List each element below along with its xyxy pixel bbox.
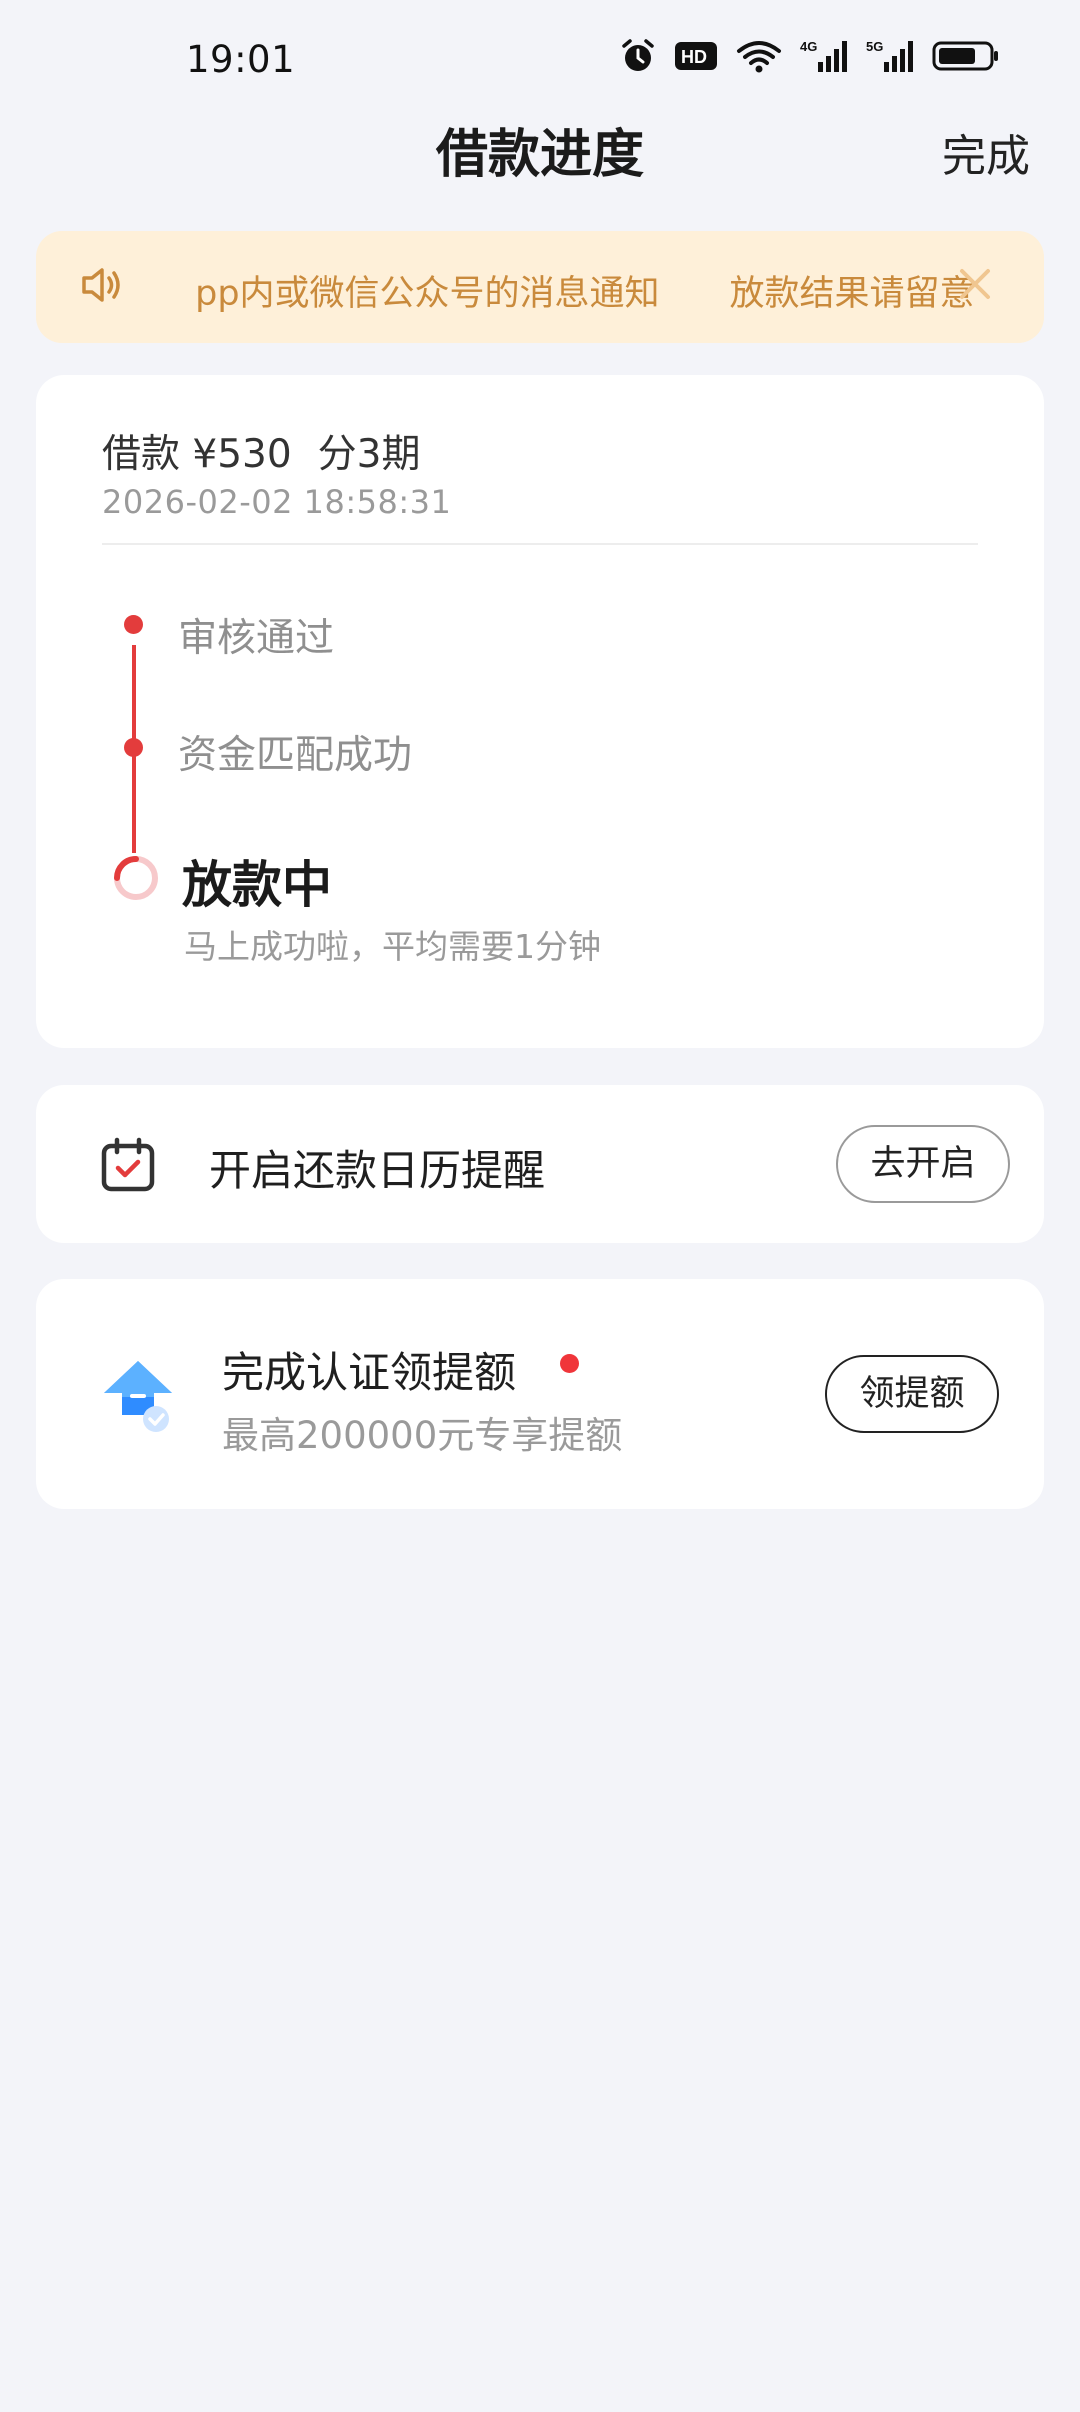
credit-boost-card: 完成认证领提额 最高200000元专享提额 领提额: [36, 1279, 1044, 1509]
enable-calendar-button[interactable]: 去开启: [836, 1125, 1010, 1203]
divider: [102, 543, 978, 545]
close-icon[interactable]: [952, 261, 998, 307]
page-title: 借款进度: [435, 125, 644, 185]
status-time: 19:01: [186, 38, 296, 81]
step-current-desc: 马上成功啦，平均需要1分钟: [184, 927, 601, 966]
loan-summary: 借款 ¥530 分3期: [102, 423, 420, 479]
arrow-up-badge-icon: [100, 1357, 176, 1437]
notice-text: pp内或微信公众号的消息通知 放款结果请留意: [184, 274, 975, 314]
signal-4g-icon: 4G: [800, 38, 848, 74]
timeline-line: [132, 753, 136, 853]
hd-icon: HD: [674, 40, 718, 72]
battery-icon: [932, 40, 1000, 72]
step-done-dot: [124, 738, 143, 757]
calendar-reminder-card: 开启还款日历提醒 去开启: [36, 1085, 1044, 1243]
credit-boost-title: 完成认证领提额: [222, 1348, 517, 1397]
loan-progress-card: 借款 ¥530 分3期 2026-02-02 18:58:31 审核通过 资金匹…: [36, 375, 1044, 1048]
step-done-dot: [124, 615, 143, 634]
notice-marquee: pp内或微信公众号的消息通知 放款结果请留意: [148, 231, 978, 343]
claim-credit-button[interactable]: 领提额: [825, 1355, 999, 1433]
wifi-icon: [736, 39, 782, 73]
loading-ring-icon: [113, 855, 159, 905]
calendar-check-icon: [100, 1137, 156, 1197]
alarm-icon: [620, 38, 656, 74]
status-icons: HD 4G 5G: [620, 38, 1000, 74]
net1-label: 4G: [800, 39, 817, 54]
speaker-icon: [80, 265, 124, 309]
hd-label: HD: [681, 47, 707, 67]
credit-boost-subtitle: 最高200000元专享提额: [222, 1414, 623, 1457]
net2-label: 5G: [866, 39, 883, 54]
done-button[interactable]: 完成: [942, 120, 1030, 184]
loan-amount: 借款 ¥530: [102, 432, 292, 477]
signal-5g-icon: 5G: [866, 38, 914, 74]
step-current-label: 放款中: [182, 856, 332, 914]
step-label: 资金匹配成功: [178, 733, 413, 778]
notification-dot: [560, 1354, 579, 1373]
calendar-reminder-title: 开启还款日历提醒: [209, 1146, 546, 1195]
loan-datetime: 2026-02-02 18:58:31: [102, 483, 452, 521]
notice-banner: pp内或微信公众号的消息通知 放款结果请留意: [36, 231, 1044, 343]
timeline-line: [132, 645, 136, 753]
step-label: 审核通过: [178, 616, 335, 661]
loan-installments: 分3期: [317, 432, 421, 477]
